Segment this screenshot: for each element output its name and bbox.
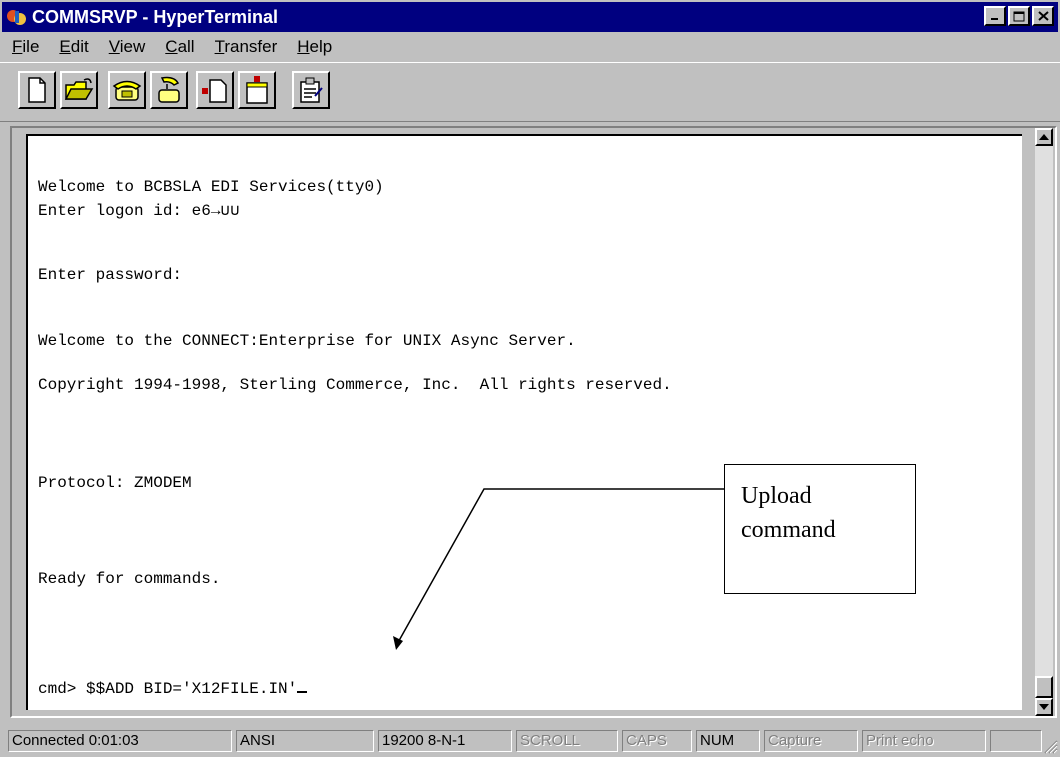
status-caps: CAPS [622,730,692,752]
status-empty-cell [990,730,1042,752]
annotation-callout: Upload command [724,464,916,594]
status-num: NUM [696,730,760,752]
status-port-settings: 19200 8-N-1 [378,730,512,752]
resize-grip-icon[interactable] [1042,738,1058,754]
status-scroll: SCROLL [516,730,618,752]
status-connected: Connected 0:01:03 [8,730,232,752]
callout-line-1: Upload [741,483,812,509]
status-emulation: ANSI [236,730,374,752]
status-bar: Connected 0:01:03 ANSI 19200 8-N-1 SCROL… [0,722,1060,756]
status-print-echo: Print echo [862,730,986,752]
status-capture: Capture [764,730,858,752]
annotation-arrow [393,488,724,650]
callout-line-2: command [741,517,836,543]
hyperterminal-window: COMMSRVP - HyperTerminal File Edit View … [0,0,1060,757]
